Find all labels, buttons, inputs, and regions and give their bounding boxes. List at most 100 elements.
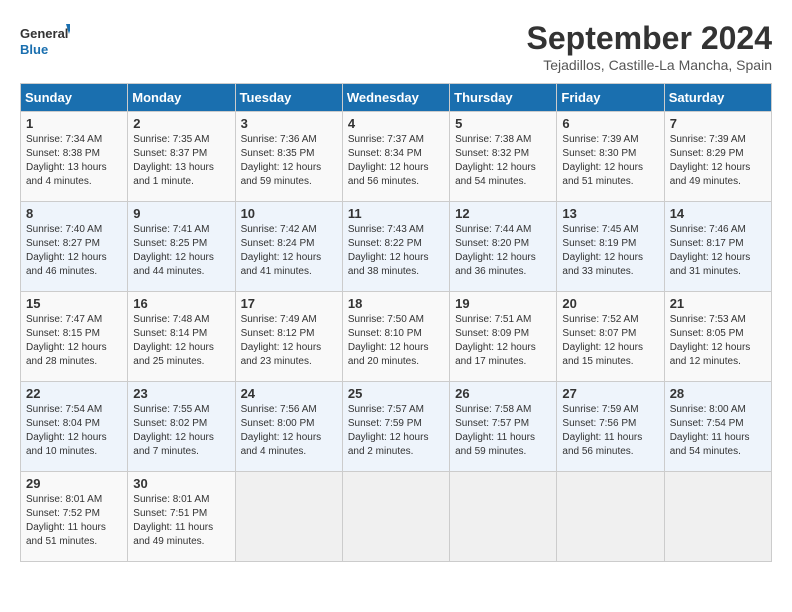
day-info: Sunrise: 7:59 AM Sunset: 7:56 PM Dayligh… [562, 403, 658, 459]
day-number: 19 [455, 296, 551, 311]
day-info: Sunrise: 7:47 AM Sunset: 8:15 PM Dayligh… [26, 313, 122, 369]
day-info: Sunrise: 7:55 AM Sunset: 8:02 PM Dayligh… [133, 403, 229, 459]
day-info: Sunrise: 7:57 AM Sunset: 7:59 PM Dayligh… [348, 403, 444, 459]
day-info: Sunrise: 7:52 AM Sunset: 8:07 PM Dayligh… [562, 313, 658, 369]
day-number: 26 [455, 386, 551, 401]
day-info: Sunrise: 7:50 AM Sunset: 8:10 PM Dayligh… [348, 313, 444, 369]
day-info: Sunrise: 7:45 AM Sunset: 8:19 PM Dayligh… [562, 223, 658, 279]
day-info: Sunrise: 7:41 AM Sunset: 8:25 PM Dayligh… [133, 223, 229, 279]
day-number: 28 [670, 386, 766, 401]
svg-text:General: General [20, 26, 68, 41]
day-info: Sunrise: 7:54 AM Sunset: 8:04 PM Dayligh… [26, 403, 122, 459]
table-cell: 25 Sunrise: 7:57 AM Sunset: 7:59 PM Dayl… [342, 382, 449, 472]
day-info: Sunrise: 7:38 AM Sunset: 8:32 PM Dayligh… [455, 133, 551, 189]
day-info: Sunrise: 7:51 AM Sunset: 8:09 PM Dayligh… [455, 313, 551, 369]
day-info: Sunrise: 7:53 AM Sunset: 8:05 PM Dayligh… [670, 313, 766, 369]
table-cell: 5 Sunrise: 7:38 AM Sunset: 8:32 PM Dayli… [450, 112, 557, 202]
location: Tejadillos, Castille-La Mancha, Spain [527, 57, 772, 73]
day-info: Sunrise: 7:49 AM Sunset: 8:12 PM Dayligh… [241, 313, 337, 369]
logo: General Blue [20, 20, 70, 65]
day-number: 23 [133, 386, 229, 401]
month-title: September 2024 [527, 20, 772, 57]
table-cell: 15 Sunrise: 7:47 AM Sunset: 8:15 PM Dayl… [21, 292, 128, 382]
table-cell [342, 472, 449, 562]
table-cell [557, 472, 664, 562]
table-cell: 17 Sunrise: 7:49 AM Sunset: 8:12 PM Dayl… [235, 292, 342, 382]
table-cell [450, 472, 557, 562]
header-row: Sunday Monday Tuesday Wednesday Thursday… [21, 84, 772, 112]
week-row-1: 1 Sunrise: 7:34 AM Sunset: 8:38 PM Dayli… [21, 112, 772, 202]
day-number: 24 [241, 386, 337, 401]
week-row-2: 8 Sunrise: 7:40 AM Sunset: 8:27 PM Dayli… [21, 202, 772, 292]
table-cell: 12 Sunrise: 7:44 AM Sunset: 8:20 PM Dayl… [450, 202, 557, 292]
logo-svg: General Blue [20, 20, 70, 65]
header-tuesday: Tuesday [235, 84, 342, 112]
table-cell: 20 Sunrise: 7:52 AM Sunset: 8:07 PM Dayl… [557, 292, 664, 382]
table-cell: 7 Sunrise: 7:39 AM Sunset: 8:29 PM Dayli… [664, 112, 771, 202]
header-friday: Friday [557, 84, 664, 112]
table-cell: 29 Sunrise: 8:01 AM Sunset: 7:52 PM Dayl… [21, 472, 128, 562]
day-number: 15 [26, 296, 122, 311]
table-cell: 6 Sunrise: 7:39 AM Sunset: 8:30 PM Dayli… [557, 112, 664, 202]
svg-text:Blue: Blue [20, 42, 48, 57]
table-cell: 1 Sunrise: 7:34 AM Sunset: 8:38 PM Dayli… [21, 112, 128, 202]
table-cell: 28 Sunrise: 8:00 AM Sunset: 7:54 PM Dayl… [664, 382, 771, 472]
day-info: Sunrise: 7:44 AM Sunset: 8:20 PM Dayligh… [455, 223, 551, 279]
day-number: 18 [348, 296, 444, 311]
table-cell: 30 Sunrise: 8:01 AM Sunset: 7:51 PM Dayl… [128, 472, 235, 562]
table-cell: 23 Sunrise: 7:55 AM Sunset: 8:02 PM Dayl… [128, 382, 235, 472]
header: General Blue September 2024 Tejadillos, … [20, 20, 772, 73]
day-info: Sunrise: 7:43 AM Sunset: 8:22 PM Dayligh… [348, 223, 444, 279]
table-cell [235, 472, 342, 562]
day-number: 17 [241, 296, 337, 311]
day-number: 6 [562, 116, 658, 131]
day-number: 12 [455, 206, 551, 221]
header-wednesday: Wednesday [342, 84, 449, 112]
day-info: Sunrise: 8:01 AM Sunset: 7:51 PM Dayligh… [133, 493, 229, 549]
table-cell: 21 Sunrise: 7:53 AM Sunset: 8:05 PM Dayl… [664, 292, 771, 382]
table-cell: 27 Sunrise: 7:59 AM Sunset: 7:56 PM Dayl… [557, 382, 664, 472]
day-info: Sunrise: 7:39 AM Sunset: 8:29 PM Dayligh… [670, 133, 766, 189]
day-number: 11 [348, 206, 444, 221]
day-number: 29 [26, 476, 122, 491]
table-cell: 26 Sunrise: 7:58 AM Sunset: 7:57 PM Dayl… [450, 382, 557, 472]
week-row-4: 22 Sunrise: 7:54 AM Sunset: 8:04 PM Dayl… [21, 382, 772, 472]
day-number: 20 [562, 296, 658, 311]
day-number: 5 [455, 116, 551, 131]
day-number: 4 [348, 116, 444, 131]
day-info: Sunrise: 7:56 AM Sunset: 8:00 PM Dayligh… [241, 403, 337, 459]
day-number: 10 [241, 206, 337, 221]
day-number: 22 [26, 386, 122, 401]
week-row-3: 15 Sunrise: 7:47 AM Sunset: 8:15 PM Dayl… [21, 292, 772, 382]
day-number: 7 [670, 116, 766, 131]
day-number: 25 [348, 386, 444, 401]
day-info: Sunrise: 7:48 AM Sunset: 8:14 PM Dayligh… [133, 313, 229, 369]
table-cell: 8 Sunrise: 7:40 AM Sunset: 8:27 PM Dayli… [21, 202, 128, 292]
calendar-table: Sunday Monday Tuesday Wednesday Thursday… [20, 83, 772, 562]
table-cell: 18 Sunrise: 7:50 AM Sunset: 8:10 PM Dayl… [342, 292, 449, 382]
header-monday: Monday [128, 84, 235, 112]
day-info: Sunrise: 7:35 AM Sunset: 8:37 PM Dayligh… [133, 133, 229, 189]
day-number: 30 [133, 476, 229, 491]
day-info: Sunrise: 7:58 AM Sunset: 7:57 PM Dayligh… [455, 403, 551, 459]
day-info: Sunrise: 7:39 AM Sunset: 8:30 PM Dayligh… [562, 133, 658, 189]
table-cell: 10 Sunrise: 7:42 AM Sunset: 8:24 PM Dayl… [235, 202, 342, 292]
table-cell [664, 472, 771, 562]
day-info: Sunrise: 7:42 AM Sunset: 8:24 PM Dayligh… [241, 223, 337, 279]
day-number: 13 [562, 206, 658, 221]
day-number: 9 [133, 206, 229, 221]
header-thursday: Thursday [450, 84, 557, 112]
title-area: September 2024 Tejadillos, Castille-La M… [527, 20, 772, 73]
table-cell: 19 Sunrise: 7:51 AM Sunset: 8:09 PM Dayl… [450, 292, 557, 382]
table-cell: 13 Sunrise: 7:45 AM Sunset: 8:19 PM Dayl… [557, 202, 664, 292]
day-info: Sunrise: 8:00 AM Sunset: 7:54 PM Dayligh… [670, 403, 766, 459]
table-cell: 16 Sunrise: 7:48 AM Sunset: 8:14 PM Dayl… [128, 292, 235, 382]
day-info: Sunrise: 7:40 AM Sunset: 8:27 PM Dayligh… [26, 223, 122, 279]
day-number: 8 [26, 206, 122, 221]
table-cell: 24 Sunrise: 7:56 AM Sunset: 8:00 PM Dayl… [235, 382, 342, 472]
header-sunday: Sunday [21, 84, 128, 112]
day-info: Sunrise: 7:46 AM Sunset: 8:17 PM Dayligh… [670, 223, 766, 279]
table-cell: 14 Sunrise: 7:46 AM Sunset: 8:17 PM Dayl… [664, 202, 771, 292]
table-cell: 9 Sunrise: 7:41 AM Sunset: 8:25 PM Dayli… [128, 202, 235, 292]
day-info: Sunrise: 7:36 AM Sunset: 8:35 PM Dayligh… [241, 133, 337, 189]
